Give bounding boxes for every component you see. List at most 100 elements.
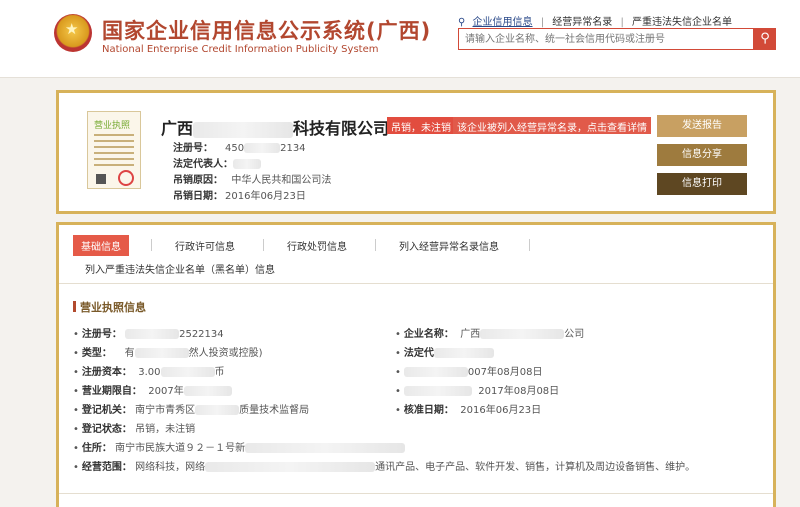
field-established-date: • 007年08月08日 [395, 363, 542, 378]
field-address: • 住所： 南宁市民族大道９２－１号新 [73, 439, 406, 454]
redacted-block [244, 143, 281, 153]
redacted-block [205, 462, 376, 472]
search-input[interactable] [458, 28, 754, 50]
tab-divider [59, 283, 773, 284]
print-info-button[interactable]: 信息打印 [657, 173, 747, 195]
search-tabs: ⚲ 企业信用信息 | 经营异常名录 | 严重违法失信企业名单 [458, 13, 737, 28]
revoke-reason-label: 吊销原因： [173, 175, 223, 186]
field-value: 3.00 [138, 367, 161, 378]
tab-admin-penalty[interactable]: 行政处罚信息 [287, 238, 347, 253]
field-value: 网络科技，网络 [135, 462, 206, 473]
field-value: 广西 [460, 329, 481, 340]
field-reg-no: • 注册号： 2522134 [73, 325, 224, 340]
field-label: 法定代 [403, 348, 434, 359]
tab-separator [529, 239, 530, 251]
field-label: 注册资本： [81, 367, 132, 378]
revoke-reason-row: 吊销原因： 中华人民共和国公司法 [173, 171, 331, 186]
section-divider [59, 493, 773, 494]
business-license-image[interactable]: 营业执照 [87, 111, 141, 189]
search-tab-blacklist[interactable]: 严重违法失信企业名单 [632, 17, 732, 28]
bullet: • [73, 329, 79, 340]
field-value: 2007年 [148, 386, 184, 397]
field-value: 2017年08月08日 [478, 386, 560, 397]
redacted-block [433, 348, 494, 358]
redacted-block [183, 386, 232, 396]
field-type: • 类型： 有 然人投资或控股) [73, 344, 263, 359]
field-registration-status: • 登记状态： 吊销，未注销 [73, 420, 195, 435]
tab-blacklist[interactable]: 列入严重违法失信企业名单（黑名单）信息 [85, 261, 275, 276]
legal-rep-label: 法定代表人： [173, 159, 233, 170]
national-emblem-icon [54, 14, 92, 52]
redacted-block [480, 329, 565, 339]
field-value: 2522134 [179, 329, 224, 340]
field-capital: • 注册资本： 3.00 币 [73, 363, 225, 378]
bullet: • [73, 367, 79, 378]
bullet: • [73, 386, 79, 397]
redacted-block [403, 386, 472, 396]
reg-no-value-a: 450 [225, 143, 245, 154]
redacted-block [193, 121, 294, 138]
redacted-block [134, 348, 189, 358]
field-value: 007年08月08日 [467, 367, 543, 378]
bullet: • [73, 405, 79, 416]
tab-separator [151, 239, 152, 251]
search-button[interactable]: ⚲ [754, 28, 776, 50]
field-value: 南宁市青秀区 [135, 405, 196, 416]
field-value-2: 公司 [564, 329, 585, 340]
status-badge: 吊销，未注销 [387, 117, 455, 134]
tab-separator [375, 239, 376, 251]
tab-separator: | [540, 17, 545, 28]
field-value: 2016年06月23日 [460, 405, 542, 416]
search-tab-credit[interactable]: 企业信用信息 [473, 17, 533, 28]
section-title: 营业执照信息 [73, 299, 146, 315]
field-label: 营业期限自： [81, 386, 142, 397]
field-company-name: • 企业名称： 广西 公司 [395, 325, 584, 340]
tab-basic-info[interactable]: 基础信息 [73, 235, 129, 256]
field-approval-date: • 核准日期： 2016年06月23日 [395, 401, 541, 416]
field-label: 登记状态： [81, 424, 132, 435]
redacted-block [125, 329, 180, 339]
company-card: 营业执照 广西 科技有限公司 吊销，未注销 该企业被列入经营异常名录，点击查看详情… [56, 90, 776, 214]
share-info-button[interactable]: 信息分享 [657, 144, 747, 166]
tab-separator: | [620, 17, 624, 28]
tab-admin-license[interactable]: 行政许可信息 [175, 238, 235, 253]
field-label: 经营范围： [81, 462, 132, 473]
bullet: • [73, 348, 79, 359]
reg-no-label: 注册号： [173, 143, 213, 154]
field-label: 类型： [81, 348, 112, 359]
field-label: 企业名称： [403, 329, 454, 340]
redacted-block [233, 159, 261, 169]
detail-panel: 基础信息 行政许可信息 行政处罚信息 列入经营异常名录信息 列入严重违法失信企业… [56, 222, 776, 507]
company-name: 广西 科技有限公司 [161, 115, 389, 139]
bullet: • [73, 443, 79, 454]
bullet: • [395, 367, 401, 378]
bullet: • [73, 462, 79, 473]
bullet: • [395, 348, 401, 359]
tab-abnormal-list[interactable]: 列入经营异常名录信息 [399, 238, 499, 253]
tab-separator [263, 239, 264, 251]
field-value: 有 [124, 348, 135, 359]
reg-no-value-b: 2134 [280, 143, 306, 154]
detail-tabs: 基础信息 行政许可信息 行政处罚信息 列入经营异常名录信息 列入严重违法失信企业… [59, 225, 773, 283]
company-name-suffix: 科技有限公司 [293, 119, 390, 138]
field-business-scope: • 经营范围： 网络科技，网络 通讯产品、电子产品、软件开发、销售，计算机及周边设备… [73, 458, 695, 473]
magnifier-icon: ⚲ [760, 31, 770, 46]
field-registration-authority: • 登记机关： 南宁市青秀区 质量技术监督局 [73, 401, 309, 416]
revoke-date-label: 吊销日期： [173, 191, 223, 202]
site-header: 国家企业信用信息公示系统(广西) National Enterprise Cre… [0, 0, 800, 78]
field-value: 吊销，未注销 [135, 424, 196, 435]
field-value: 南宁市民族大道９２－１号新 [115, 443, 246, 454]
abnormal-list-alert-link[interactable]: 该企业被列入经营异常名录，点击查看详情 [453, 117, 651, 134]
site-title: 国家企业信用信息公示系统(广西) [102, 19, 432, 43]
bullet: • [73, 424, 79, 435]
license-lines [94, 134, 134, 136]
redacted-block [245, 443, 406, 453]
field-label: 核准日期： [403, 405, 454, 416]
redacted-block [160, 367, 215, 377]
legal-rep-row: 法定代表人： [173, 155, 261, 170]
send-report-button[interactable]: 发送报告 [657, 115, 747, 137]
field-label: 住所： [81, 443, 112, 454]
search-tab-abnormal[interactable]: 经营异常名录 [552, 17, 612, 28]
redacted-block [195, 405, 240, 415]
search-icon: ⚲ [458, 17, 466, 28]
